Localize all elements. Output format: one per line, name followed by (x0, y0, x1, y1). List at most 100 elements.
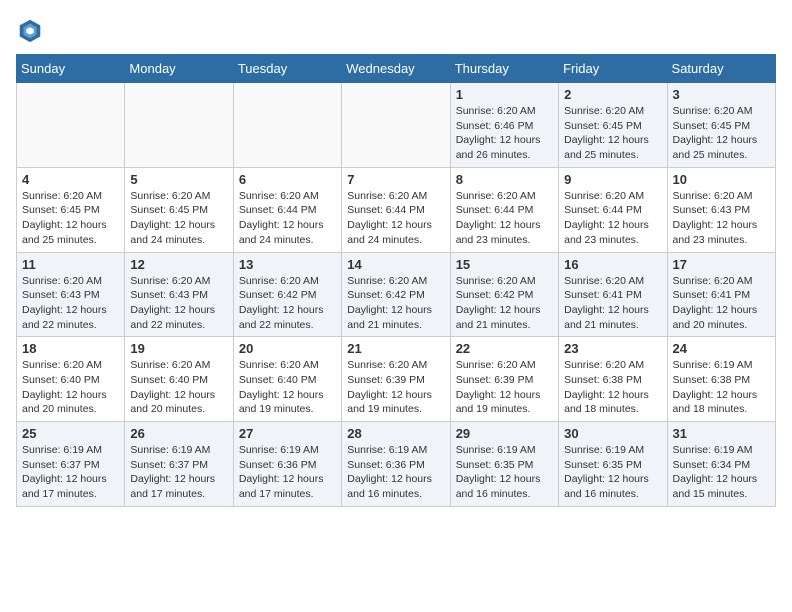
day-number: 5 (130, 172, 227, 187)
logo (16, 16, 48, 44)
day-info: Sunrise: 6:20 AM Sunset: 6:40 PM Dayligh… (239, 358, 336, 417)
calendar-cell: 23 Sunrise: 6:20 AM Sunset: 6:38 PM Dayli… (559, 337, 667, 422)
calendar-cell: 5 Sunrise: 6:20 AM Sunset: 6:45 PM Daylig… (125, 167, 233, 252)
page-header (16, 16, 776, 44)
calendar-cell: 22 Sunrise: 6:20 AM Sunset: 6:39 PM Dayli… (450, 337, 558, 422)
day-info: Sunrise: 6:20 AM Sunset: 6:40 PM Dayligh… (22, 358, 119, 417)
day-info: Sunrise: 6:20 AM Sunset: 6:41 PM Dayligh… (564, 274, 661, 333)
day-number: 27 (239, 426, 336, 441)
calendar-cell: 8 Sunrise: 6:20 AM Sunset: 6:44 PM Daylig… (450, 167, 558, 252)
day-number: 14 (347, 257, 444, 272)
day-header-friday: Friday (559, 55, 667, 83)
day-number: 25 (22, 426, 119, 441)
day-number: 9 (564, 172, 661, 187)
week-row-1: 4 Sunrise: 6:20 AM Sunset: 6:45 PM Daylig… (17, 167, 776, 252)
week-row-0: 1 Sunrise: 6:20 AM Sunset: 6:46 PM Daylig… (17, 83, 776, 168)
day-info: Sunrise: 6:20 AM Sunset: 6:45 PM Dayligh… (673, 104, 770, 163)
day-number: 30 (564, 426, 661, 441)
day-info: Sunrise: 6:20 AM Sunset: 6:40 PM Dayligh… (130, 358, 227, 417)
calendar-cell: 7 Sunrise: 6:20 AM Sunset: 6:44 PM Daylig… (342, 167, 450, 252)
calendar-cell: 29 Sunrise: 6:19 AM Sunset: 6:35 PM Dayli… (450, 422, 558, 507)
day-header-thursday: Thursday (450, 55, 558, 83)
day-info: Sunrise: 6:20 AM Sunset: 6:45 PM Dayligh… (22, 189, 119, 248)
day-info: Sunrise: 6:20 AM Sunset: 6:39 PM Dayligh… (347, 358, 444, 417)
day-info: Sunrise: 6:20 AM Sunset: 6:45 PM Dayligh… (130, 189, 227, 248)
day-header-monday: Monday (125, 55, 233, 83)
logo-icon (16, 16, 44, 44)
day-number: 20 (239, 341, 336, 356)
day-info: Sunrise: 6:20 AM Sunset: 6:43 PM Dayligh… (130, 274, 227, 333)
day-info: Sunrise: 6:20 AM Sunset: 6:42 PM Dayligh… (456, 274, 553, 333)
calendar-cell: 20 Sunrise: 6:20 AM Sunset: 6:40 PM Dayli… (233, 337, 341, 422)
day-number: 15 (456, 257, 553, 272)
calendar-cell (125, 83, 233, 168)
week-row-4: 25 Sunrise: 6:19 AM Sunset: 6:37 PM Dayli… (17, 422, 776, 507)
calendar-cell: 15 Sunrise: 6:20 AM Sunset: 6:42 PM Dayli… (450, 252, 558, 337)
day-number: 7 (347, 172, 444, 187)
day-info: Sunrise: 6:19 AM Sunset: 6:36 PM Dayligh… (347, 443, 444, 502)
calendar-cell: 9Sunrise: 6:20 AM Sunset: 6:44 PM Daylig… (559, 167, 667, 252)
day-info: Sunrise: 6:20 AM Sunset: 6:39 PM Dayligh… (456, 358, 553, 417)
day-number: 13 (239, 257, 336, 272)
week-row-3: 18 Sunrise: 6:20 AM Sunset: 6:40 PM Dayli… (17, 337, 776, 422)
day-number: 26 (130, 426, 227, 441)
calendar-cell: 1 Sunrise: 6:20 AM Sunset: 6:46 PM Daylig… (450, 83, 558, 168)
day-info: Sunrise: 6:20 AM Sunset: 6:42 PM Dayligh… (347, 274, 444, 333)
day-info: Sunrise: 6:20 AM Sunset: 6:44 PM Dayligh… (239, 189, 336, 248)
calendar-table: SundayMondayTuesdayWednesdayThursdayFrid… (16, 54, 776, 507)
day-info: Sunrise: 6:20 AM Sunset: 6:43 PM Dayligh… (22, 274, 119, 333)
calendar-cell: 17Sunrise: 6:20 AM Sunset: 6:41 PM Dayli… (667, 252, 775, 337)
day-number: 23 (564, 341, 661, 356)
day-info: Sunrise: 6:19 AM Sunset: 6:35 PM Dayligh… (564, 443, 661, 502)
day-info: Sunrise: 6:20 AM Sunset: 6:44 PM Dayligh… (347, 189, 444, 248)
day-number: 4 (22, 172, 119, 187)
calendar-cell: 27 Sunrise: 6:19 AM Sunset: 6:36 PM Dayli… (233, 422, 341, 507)
day-number: 1 (456, 87, 553, 102)
calendar-cell: 26 Sunrise: 6:19 AM Sunset: 6:37 PM Dayli… (125, 422, 233, 507)
calendar-cell: 11 Sunrise: 6:20 AM Sunset: 6:43 PM Dayli… (17, 252, 125, 337)
day-info: Sunrise: 6:19 AM Sunset: 6:36 PM Dayligh… (239, 443, 336, 502)
calendar-cell: 12 Sunrise: 6:20 AM Sunset: 6:43 PM Dayli… (125, 252, 233, 337)
day-header-sunday: Sunday (17, 55, 125, 83)
day-info: Sunrise: 6:19 AM Sunset: 6:37 PM Dayligh… (130, 443, 227, 502)
day-number: 2 (564, 87, 661, 102)
day-number: 31 (673, 426, 770, 441)
day-header-tuesday: Tuesday (233, 55, 341, 83)
day-info: Sunrise: 6:20 AM Sunset: 6:45 PM Dayligh… (564, 104, 661, 163)
day-info: Sunrise: 6:19 AM Sunset: 6:35 PM Dayligh… (456, 443, 553, 502)
day-number: 11 (22, 257, 119, 272)
header-row: SundayMondayTuesdayWednesdayThursdayFrid… (17, 55, 776, 83)
day-info: Sunrise: 6:19 AM Sunset: 6:37 PM Dayligh… (22, 443, 119, 502)
calendar-cell: 2 Sunrise: 6:20 AM Sunset: 6:45 PM Daylig… (559, 83, 667, 168)
day-info: Sunrise: 6:20 AM Sunset: 6:44 PM Dayligh… (456, 189, 553, 248)
day-info: Sunrise: 6:20 AM Sunset: 6:38 PM Dayligh… (564, 358, 661, 417)
calendar-cell: 6 Sunrise: 6:20 AM Sunset: 6:44 PM Daylig… (233, 167, 341, 252)
week-row-2: 11 Sunrise: 6:20 AM Sunset: 6:43 PM Dayli… (17, 252, 776, 337)
day-number: 24 (673, 341, 770, 356)
day-number: 21 (347, 341, 444, 356)
calendar-cell: 18 Sunrise: 6:20 AM Sunset: 6:40 PM Dayli… (17, 337, 125, 422)
day-info: Sunrise: 6:20 AM Sunset: 6:43 PM Dayligh… (673, 189, 770, 248)
calendar-cell: 10Sunrise: 6:20 AM Sunset: 6:43 PM Dayli… (667, 167, 775, 252)
day-number: 12 (130, 257, 227, 272)
day-number: 16 (564, 257, 661, 272)
day-info: Sunrise: 6:19 AM Sunset: 6:34 PM Dayligh… (673, 443, 770, 502)
day-header-wednesday: Wednesday (342, 55, 450, 83)
day-number: 29 (456, 426, 553, 441)
calendar-cell: 21 Sunrise: 6:20 AM Sunset: 6:39 PM Dayli… (342, 337, 450, 422)
day-header-saturday: Saturday (667, 55, 775, 83)
calendar-cell: 19Sunrise: 6:20 AM Sunset: 6:40 PM Dayli… (125, 337, 233, 422)
calendar-cell (17, 83, 125, 168)
day-number: 18 (22, 341, 119, 356)
day-number: 3 (673, 87, 770, 102)
day-number: 22 (456, 341, 553, 356)
day-number: 28 (347, 426, 444, 441)
day-number: 8 (456, 172, 553, 187)
calendar-cell: 25 Sunrise: 6:19 AM Sunset: 6:37 PM Dayli… (17, 422, 125, 507)
day-info: Sunrise: 6:20 AM Sunset: 6:46 PM Dayligh… (456, 104, 553, 163)
day-number: 6 (239, 172, 336, 187)
day-number: 17 (673, 257, 770, 272)
calendar-body: 1 Sunrise: 6:20 AM Sunset: 6:46 PM Daylig… (17, 83, 776, 507)
day-info: Sunrise: 6:20 AM Sunset: 6:42 PM Dayligh… (239, 274, 336, 333)
calendar-cell (342, 83, 450, 168)
